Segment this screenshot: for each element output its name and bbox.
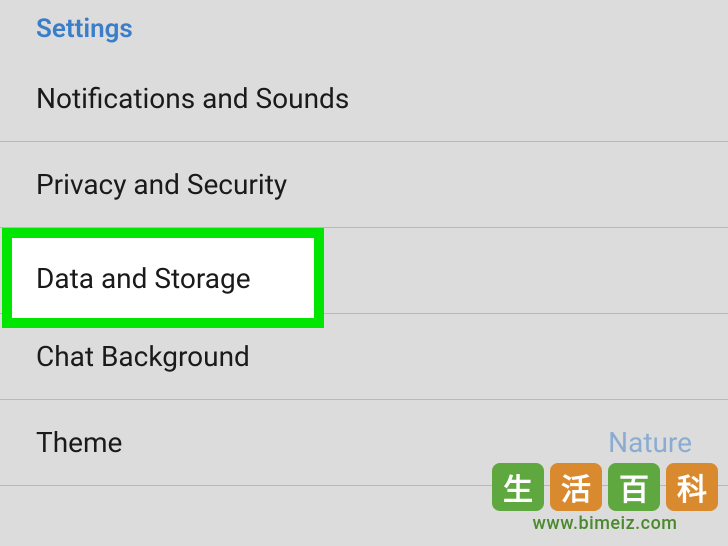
highlight-label: Data and Storage — [36, 262, 251, 295]
watermark-badge-2: 活 — [550, 463, 602, 511]
settings-item-notifications-sounds[interactable]: Notifications and Sounds — [0, 56, 728, 142]
settings-section-header: Settings — [0, 0, 728, 56]
watermark-badge-3: 百 — [608, 463, 660, 511]
watermark-url: www.bimeiz.com — [533, 513, 678, 534]
watermark-badges: 生 活 百 科 — [492, 463, 718, 511]
settings-item-label: Notifications and Sounds — [36, 82, 349, 115]
watermark-badge-4: 科 — [666, 463, 718, 511]
settings-item-label: Theme — [36, 426, 122, 459]
settings-item-value: Nature — [608, 426, 692, 459]
watermark: 生 活 百 科 www.bimeiz.com — [492, 463, 718, 534]
settings-item-label: Chat Background — [36, 340, 250, 373]
highlight-annotation: Data and Storage — [2, 228, 324, 328]
watermark-badge-1: 生 — [492, 463, 544, 511]
settings-item-label: Privacy and Security — [36, 168, 287, 201]
settings-item-privacy-security[interactable]: Privacy and Security — [0, 142, 728, 228]
